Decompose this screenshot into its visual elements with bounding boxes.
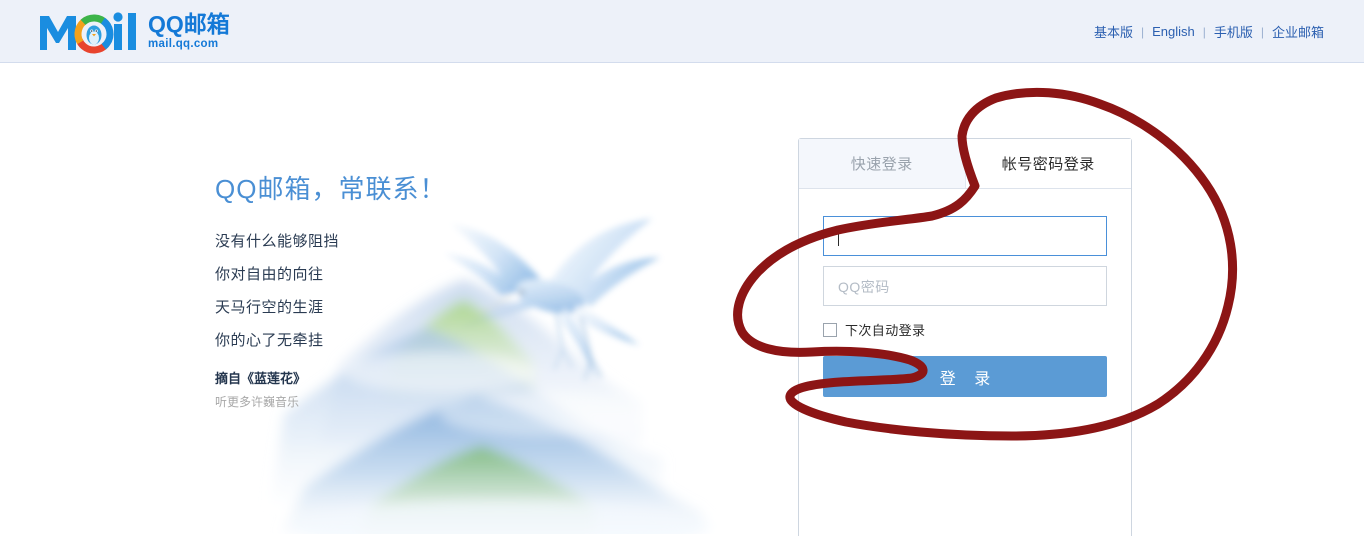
tab-account-password-login[interactable]: 帐号密码登录 — [965, 139, 1131, 188]
password-field-placeholder: QQ密码 — [838, 279, 890, 295]
promo-line: 你对自由的向往 — [215, 266, 324, 283]
promo-headline: QQ邮箱，常联系！ — [215, 174, 447, 204]
login-panel: 快速登录 帐号密码登录 QQ密码 下次自动登录 登 录 忘了密码？ | 注册新帐… — [798, 138, 1132, 536]
promo-music-link[interactable]: 听更多许巍音乐 — [215, 393, 299, 410]
login-submit-button[interactable]: 登 录 — [823, 356, 1107, 397]
login-tabs: 快速登录 帐号密码登录 — [799, 139, 1131, 189]
nav-mobile-version[interactable]: 手机版 — [1214, 22, 1253, 41]
site-header: QQ邮箱 mail.qq.com 基本版 | English | 手机版 | 企… — [0, 0, 1364, 63]
nav-separator: | — [1260, 24, 1264, 39]
nav-enterprise-mail[interactable]: 企业邮箱 — [1272, 22, 1324, 41]
promo-line: 天马行空的生涯 — [215, 299, 324, 316]
qq-mail-penguin-logo-icon — [40, 12, 136, 54]
auto-login-checkbox[interactable] — [823, 322, 837, 337]
logo-wordmark: QQ邮箱 mail.qq.com — [148, 13, 230, 51]
password-field[interactable]: QQ密码 — [823, 266, 1107, 306]
auto-login-label[interactable]: 下次自动登录 — [845, 320, 925, 339]
promo-block: QQ邮箱，常联系！ 没有什么能够阻挡 你对自由的向往 天马行空的生涯 你的心了无… — [215, 169, 545, 411]
logo-domain: mail.qq.com — [148, 38, 219, 51]
text-caret — [838, 228, 839, 246]
logo-title: QQ邮箱 — [148, 11, 230, 38]
remember-row: 下次自动登录 — [823, 320, 1107, 339]
promo-source: 摘自《蓝莲花》 — [215, 371, 307, 386]
qq-mail-logo[interactable]: QQ邮箱 mail.qq.com — [38, 9, 230, 55]
account-field[interactable] — [823, 216, 1107, 256]
header-nav: 基本版 | English | 手机版 | 企业邮箱 — [1094, 0, 1324, 63]
nav-separator: | — [1202, 24, 1206, 39]
tab-quick-login[interactable]: 快速登录 — [799, 139, 966, 188]
nav-separator: | — [1140, 24, 1145, 39]
main-stage: QQ邮箱，常联系！ 没有什么能够阻挡 你对自由的向往 天马行空的生涯 你的心了无… — [0, 64, 1364, 536]
nav-english[interactable]: English — [1152, 24, 1195, 39]
promo-line: 你的心了无牵挂 — [215, 332, 324, 349]
login-form: QQ密码 下次自动登录 登 录 — [799, 189, 1131, 397]
nav-basic-version[interactable]: 基本版 — [1094, 22, 1133, 41]
promo-line: 没有什么能够阻挡 — [215, 233, 340, 250]
